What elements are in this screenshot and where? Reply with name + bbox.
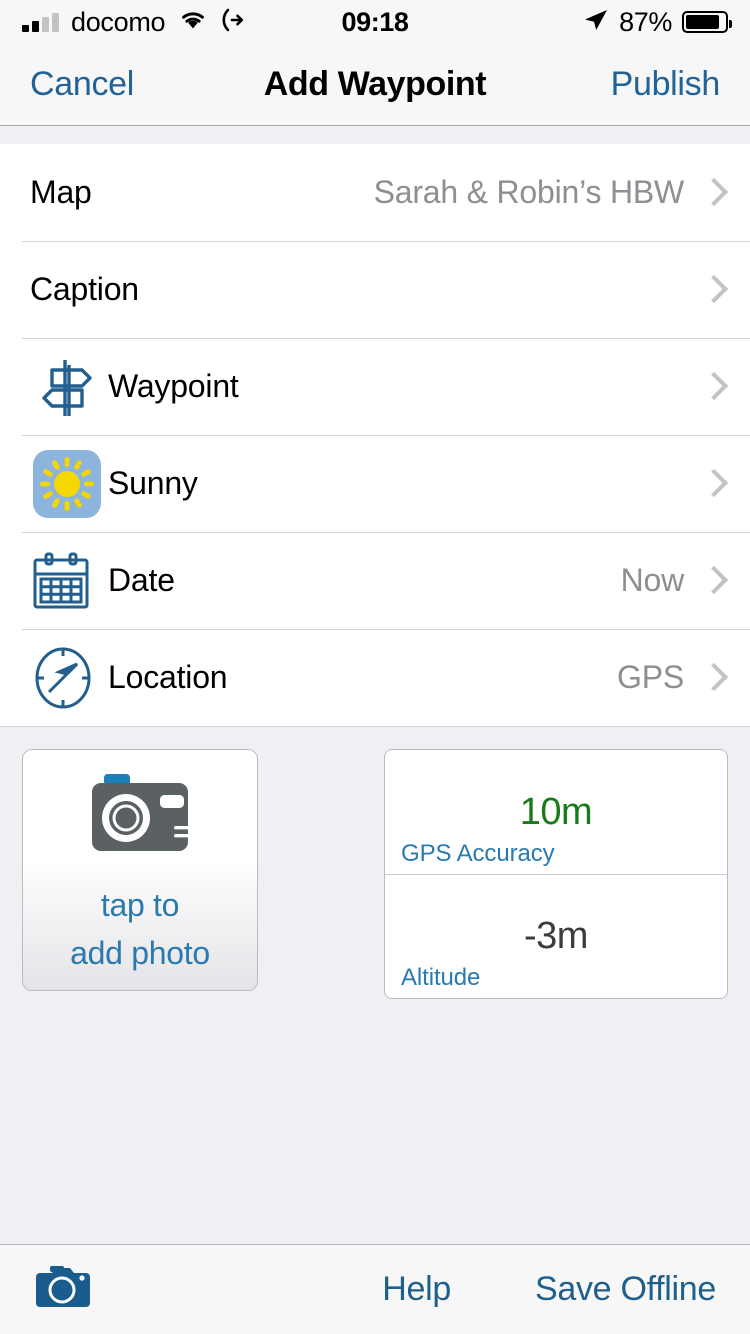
form-row-map[interactable]: Map Sarah & Robin’s HBW — [0, 144, 750, 241]
status-bar-left: docomo — [22, 7, 247, 38]
altitude-cell: -3m Altitude — [385, 874, 727, 998]
save-offline-button[interactable]: Save Offline — [535, 1270, 716, 1309]
form-row-value: Sarah & Robin’s HBW — [373, 174, 685, 210]
sun-weather-icon — [30, 447, 108, 521]
altitude-value: -3m — [524, 915, 588, 957]
call-forwarding-icon — [221, 7, 247, 38]
battery-icon — [682, 11, 732, 33]
compass-icon — [30, 645, 108, 711]
navigation-bar: Cancel Add Waypoint Publish — [0, 44, 750, 126]
form-row-location[interactable]: Location GPS — [0, 629, 750, 726]
chevron-right-icon — [702, 661, 724, 695]
bottom-toolbar: Help Save Offline — [0, 1244, 750, 1334]
status-bar-right: 87% — [583, 6, 732, 38]
camera-icon[interactable] — [34, 1263, 96, 1316]
chevron-right-icon — [702, 273, 724, 307]
form-row-label: Sunny — [108, 465, 198, 501]
gps-accuracy-caption: GPS Accuracy — [401, 840, 555, 867]
form-row-weather[interactable]: Sunny — [0, 435, 750, 532]
signpost-icon — [30, 352, 108, 422]
battery-percent-label: 87% — [619, 6, 672, 37]
form-row-waypoint[interactable]: Waypoint — [0, 338, 750, 435]
form-row-label: Location — [108, 659, 228, 695]
form-row-label: Map — [30, 174, 92, 210]
chevron-right-icon — [702, 370, 724, 404]
gps-accuracy-value: 10m — [519, 790, 593, 833]
attachments-section: tap to add photo 10m GPS Accuracy -3m Al… — [0, 726, 750, 1244]
form-row-label: Caption — [30, 271, 139, 307]
add-photo-line1: tap to — [100, 887, 180, 924]
waypoint-form-table: Map Sarah & Robin’s HBW Caption Waypoint… — [0, 144, 750, 726]
chevron-right-icon — [702, 564, 724, 598]
add-photo-button[interactable]: tap to add photo — [22, 749, 258, 991]
chevron-right-icon — [702, 176, 724, 210]
form-row-label: Waypoint — [108, 368, 239, 404]
form-row-date[interactable]: Date Now — [0, 532, 750, 629]
clock-label: 09:18 — [341, 6, 409, 37]
add-photo-line2: add photo — [70, 934, 210, 971]
form-row-caption[interactable]: Caption — [0, 241, 750, 338]
location-arrow-icon — [583, 7, 609, 38]
form-row-value: GPS — [617, 659, 684, 695]
form-row-label: Date — [108, 562, 175, 598]
calendar-icon — [30, 550, 108, 612]
publish-button[interactable]: Publish — [611, 65, 721, 104]
chevron-right-icon — [702, 467, 724, 501]
cancel-button[interactable]: Cancel — [30, 65, 134, 104]
signal-bars-icon — [22, 12, 59, 32]
altitude-caption: Altitude — [401, 964, 481, 991]
nav-spacer — [0, 126, 750, 144]
wifi-icon — [177, 8, 209, 37]
app-root: docomo 09:18 87% Cancel Add Waypoint Pub… — [0, 0, 750, 1334]
carrier-label: docomo — [71, 6, 166, 37]
form-row-value: Now — [620, 562, 685, 598]
status-bar: docomo 09:18 87% — [0, 0, 750, 44]
gps-info-panel: 10m GPS Accuracy -3m Altitude — [384, 749, 728, 999]
help-button[interactable]: Help — [382, 1270, 451, 1309]
gps-accuracy-cell: 10m GPS Accuracy — [385, 750, 727, 874]
camera-icon — [74, 768, 206, 877]
